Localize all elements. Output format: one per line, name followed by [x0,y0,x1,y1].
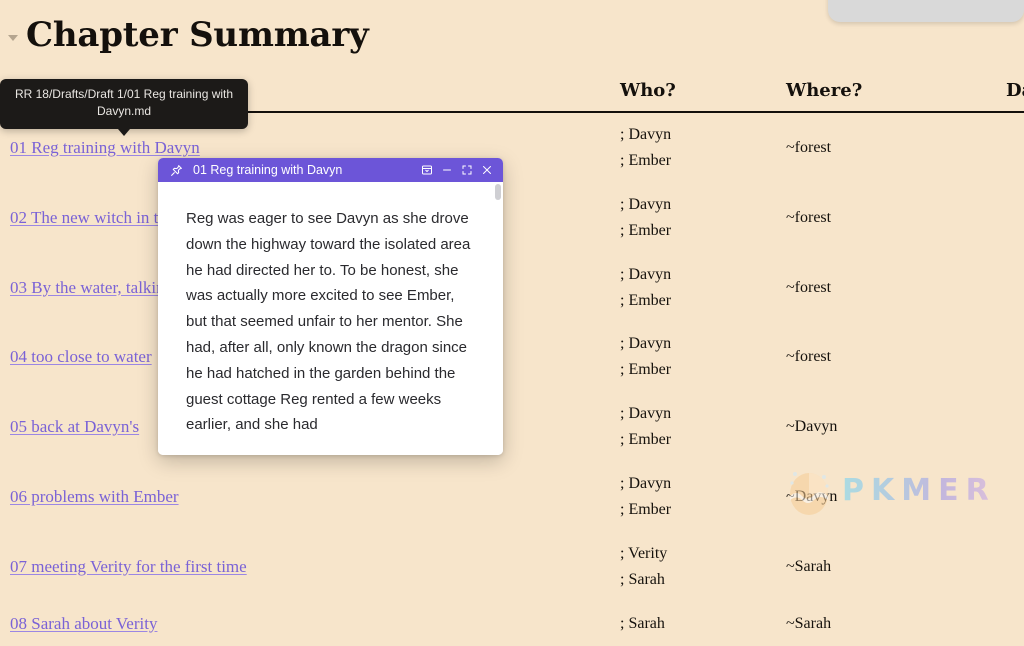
who-tag: ; Ember [620,500,672,518]
cell-who: ; Davyn ; Ember [610,322,776,392]
table-row: 03 By the water, talking ; Davyn ; Ember ~f… [0,253,1024,323]
cell-where: ~Sarah [786,614,832,632]
table-row: 04 too close to water ; Davyn ; Ember ~fore… [0,322,1024,392]
minimize-icon[interactable] [437,160,457,180]
cell-where: ~forest [786,138,832,156]
cell-who: ; Davyn ; Ember [610,462,776,532]
cell-who: ; Davyn ; Ember [610,183,776,253]
page-heading: Chapter Summary [8,18,369,52]
cell-day: 1 [996,462,1024,532]
chapter-summary-table: File Who? Where? Day 01 Reg training wit… [0,74,1024,646]
chapter-link[interactable]: 03 By the water, talking [10,278,173,297]
cell-who: ; Davyn ; Ember [610,392,776,462]
who-tag: ; Ember [620,361,672,379]
table-row: 06 problems with Ember ; Davyn ; Ember ~Dav… [0,462,1024,532]
column-header-where[interactable]: Where? [776,74,996,113]
chevron-down-icon[interactable] [8,35,18,41]
note-preview-popup[interactable]: 01 Reg training with Davyn Reg was eager… [158,158,503,455]
who-tag: ; Davyn [620,405,672,423]
cell-who: ; Verity ; Sarah [610,532,776,602]
cell-where: ~Sarah [786,557,832,575]
table-row: 07 meeting Verity for the first time ; Ve… [0,532,1024,602]
column-header-day[interactable]: Day [996,74,1024,113]
cell-where: ~Davyn [786,487,838,505]
file-path-tooltip: RR 18/Drafts/Draft 1/01 Reg training wit… [0,79,248,136]
cell-where: ~forest [786,208,832,226]
who-tag: ; Ember [620,291,672,309]
chapter-link[interactable]: 01 Reg training with Davyn [10,138,200,157]
who-tag: ; Verity [620,544,668,562]
cell-who: ; Davyn ; Ember [610,112,776,183]
cell-file: 06 problems with Ember [0,462,610,532]
cell-day: 1 [996,183,1024,253]
chapter-link[interactable]: 05 back at Davyn's [10,417,139,436]
table-row: 05 back at Davyn's ; Davyn ; Ember ~Davyn 1 [0,392,1024,462]
chapter-link[interactable]: 08 Sarah about Verity [10,614,157,633]
cell-day: 1 [996,602,1024,646]
cell-day: 1 [996,392,1024,462]
column-header-who[interactable]: Who? [610,74,776,113]
who-tag: ; Ember [620,151,672,169]
chapter-link[interactable]: 07 meeting Verity for the first time [10,557,247,576]
who-tag: ; Davyn [620,475,672,493]
cell-where: ~Davyn [786,418,838,436]
cell-file: 07 meeting Verity for the first time [0,532,610,602]
maximize-icon[interactable] [457,160,477,180]
cell-where: ~forest [786,348,832,366]
who-tag: ; Davyn [620,195,672,213]
cell-day: 1 [996,253,1024,323]
popup-body-text: Reg was eager to see Davyn as she drove … [186,210,471,434]
pin-icon[interactable] [166,160,186,180]
who-tag: ; Davyn [620,265,672,283]
page-title: Chapter Summary [26,15,369,55]
popup-title: 01 Reg training with Davyn [193,163,343,177]
cell-day: 1 [996,112,1024,183]
cell-where: ~forest [786,278,832,296]
chapter-link[interactable]: 04 too close to water [10,347,152,366]
who-tag: ; Davyn [620,126,672,143]
close-icon[interactable] [477,160,497,180]
who-tag: ; Sarah [620,614,665,632]
who-tag: ; Davyn [620,335,672,353]
cell-who: ; Davyn ; Ember [610,253,776,323]
who-tag: ; Sarah [620,570,665,588]
cell-who: ; Sarah [610,602,776,646]
background-window-panel [828,0,1024,22]
chapter-link[interactable]: 06 problems with Ember [10,487,179,506]
who-tag: ; Ember [620,221,672,239]
cell-day: 1 [996,322,1024,392]
who-tag: ; Ember [620,431,672,449]
popup-scrollbar-thumb[interactable] [495,184,501,200]
popup-titlebar[interactable]: 01 Reg training with Davyn [158,158,503,182]
cell-day: 1 [996,532,1024,602]
popup-body: Reg was eager to see Davyn as she drove … [158,182,503,455]
dock-icon[interactable] [417,160,437,180]
table-row: 02 The new witch in town; Davyn; Ember ~f… [0,183,1024,253]
cell-file: 08 Sarah about Verity [0,602,610,646]
table-row: 08 Sarah about Verity ; Sarah ~Sarah 1 [0,602,1024,646]
